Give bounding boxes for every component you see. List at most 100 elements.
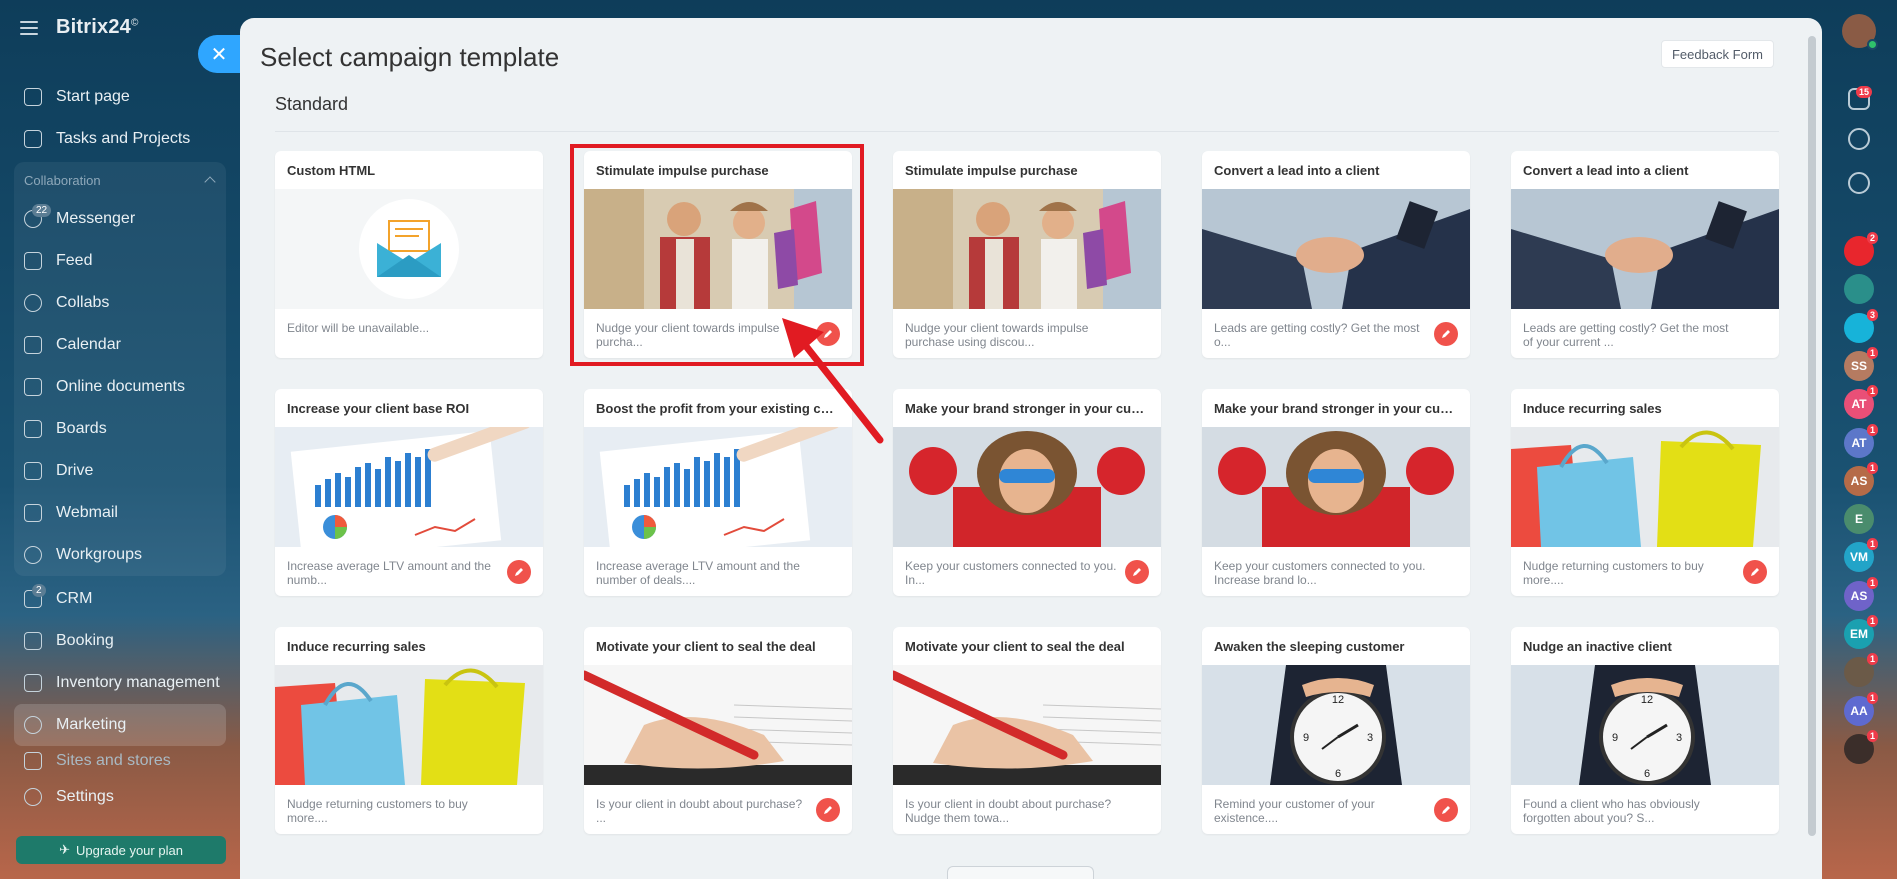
contact-avatar[interactable]: AS 1: [1844, 461, 1878, 496]
template-thumbnail[interactable]: [1202, 189, 1470, 309]
chevron-up-icon: [204, 176, 216, 188]
sidebar-item-feed[interactable]: Feed: [14, 240, 226, 282]
sidebar-item-boards[interactable]: Boards: [14, 408, 226, 450]
edit-pen-button[interactable]: [1434, 798, 1458, 822]
sidebar-item-settings[interactable]: Settings: [14, 776, 226, 818]
collaboration-group-header[interactable]: Collaboration: [14, 162, 226, 198]
contact-avatar[interactable]: AS 1: [1844, 576, 1878, 611]
template-card[interactable]: Convert a lead into a client Leads are g…: [1202, 151, 1470, 358]
template-thumbnail[interactable]: [275, 427, 543, 547]
template-thumbnail[interactable]: 12 3 6 9: [1202, 665, 1470, 785]
template-card[interactable]: Custom HTML Editor will be unavailable..…: [275, 151, 543, 358]
sidebar-item-online-documents[interactable]: Online documents: [14, 366, 226, 408]
pen-icon: [1442, 806, 1450, 814]
template-card[interactable]: Make your brand stronger in your custome…: [893, 389, 1161, 596]
svg-text:12: 12: [1641, 694, 1653, 706]
upgrade-plan-button[interactable]: ✈ Upgrade your plan: [16, 836, 226, 864]
template-thumbnail[interactable]: [275, 189, 543, 309]
template-description: Remind your customer of your existence..…: [1214, 797, 1375, 825]
contact-avatar[interactable]: AT 1: [1844, 423, 1878, 458]
search-icon[interactable]: [1848, 172, 1870, 194]
template-card[interactable]: Stimulate impulse purchase Nudge your cl…: [893, 151, 1161, 358]
contact-avatar[interactable]: [1844, 274, 1874, 305]
svg-text:12: 12: [1332, 694, 1344, 706]
sidebar-item-start-page[interactable]: Start page: [14, 76, 226, 118]
contact-avatar[interactable]: 3: [1844, 308, 1878, 343]
sidebar-item-collabs[interactable]: Collabs: [14, 282, 226, 324]
template-card[interactable]: Stimulate impulse purchase Nudge your cl…: [584, 151, 852, 358]
contact-badge: 1: [1866, 729, 1878, 742]
bell-icon[interactable]: 15: [1848, 86, 1872, 110]
template-description: Is your client in doubt about purchase? …: [596, 797, 803, 825]
template-card[interactable]: Increase your client base ROI Increase a…: [275, 389, 543, 596]
section-divider: [275, 131, 1779, 132]
pulse-icon[interactable]: [1848, 128, 1870, 150]
edit-pen-button[interactable]: [507, 560, 531, 584]
sidebar-item-inventory[interactable]: Inventory management: [14, 662, 226, 704]
contact-avatar[interactable]: E: [1844, 504, 1874, 535]
scrollbar[interactable]: [1808, 36, 1816, 836]
template-card[interactable]: Nudge an inactive client 12 3 6 9 Found a …: [1511, 627, 1779, 834]
notifications-badge: 15: [1855, 86, 1872, 98]
template-card[interactable]: Boost the profit from your existing cust…: [584, 389, 852, 596]
template-thumbnail[interactable]: [893, 427, 1161, 547]
edit-pen-button[interactable]: [1743, 560, 1767, 584]
template-thumbnail[interactable]: [584, 427, 852, 547]
template-thumbnail[interactable]: [584, 189, 852, 309]
sidebar-item-calendar[interactable]: Calendar: [14, 324, 226, 366]
edit-pen-button[interactable]: [1125, 560, 1149, 584]
template-card[interactable]: Convert a lead into a client Leads are g…: [1511, 151, 1779, 358]
logo-row: Bitrix24©: [20, 16, 139, 39]
close-slider-button[interactable]: ✕: [198, 35, 240, 73]
sidebar-item-workgroups[interactable]: Workgroups: [14, 534, 226, 576]
template-thumbnail[interactable]: [1511, 189, 1779, 309]
home-icon: [24, 88, 42, 106]
template-card[interactable]: Motivate your client to seal the deal Is…: [893, 627, 1161, 834]
template-thumbnail[interactable]: [1511, 427, 1779, 547]
template-card[interactable]: Motivate your client to seal the deal Is…: [584, 627, 852, 834]
sidebar-item-webmail[interactable]: Webmail: [14, 492, 226, 534]
template-description: Leads are getting costly? Get the most o…: [1523, 321, 1729, 349]
template-thumbnail[interactable]: [893, 665, 1161, 785]
contact-avatar[interactable]: 1: [1844, 729, 1878, 764]
sidebar-item-crm[interactable]: 2 CRM: [14, 578, 226, 620]
load-more-button[interactable]: [947, 866, 1094, 879]
contact-avatar[interactable]: 2: [1844, 232, 1878, 266]
template-card[interactable]: Induce recurring sales Nudge returning c…: [275, 627, 543, 834]
template-card[interactable]: Make your brand stronger in your custome…: [1202, 389, 1470, 596]
template-thumbnail[interactable]: [1202, 427, 1470, 547]
contact-avatar[interactable]: AT 1: [1844, 385, 1878, 420]
edit-pen-button[interactable]: [816, 798, 840, 822]
sidebar-item-drive[interactable]: Drive: [14, 450, 226, 492]
contact-avatar[interactable]: EM 1: [1844, 615, 1878, 649]
contact-badge: 1: [1866, 461, 1878, 474]
edit-pen-button[interactable]: [816, 322, 840, 346]
user-avatar[interactable]: [1842, 14, 1878, 50]
template-thumbnail[interactable]: [275, 665, 543, 785]
contact-badge: 3: [1866, 308, 1878, 321]
pen-icon: [824, 330, 832, 338]
template-card[interactable]: Induce recurring sales Nudge returning c…: [1511, 389, 1779, 596]
contact-avatar[interactable]: 1: [1844, 653, 1878, 688]
template-thumbnail[interactable]: [893, 189, 1161, 309]
edit-pen-button[interactable]: [1434, 322, 1458, 346]
contact-badge: 1: [1866, 615, 1878, 627]
contact-avatar[interactable]: VM 1: [1844, 538, 1878, 573]
template-description: Keep your customers connected to you. In…: [1214, 559, 1426, 587]
contact-avatar[interactable]: SS 1: [1844, 346, 1878, 381]
feedback-form-button[interactable]: Feedback Form: [1660, 40, 1774, 68]
sidebar-item-sites[interactable]: Sites and stores: [14, 746, 226, 776]
template-card[interactable]: Awaken the sleeping customer 12 3 6 9 Remi…: [1202, 627, 1470, 834]
template-title: Boost the profit from your existing cust…: [596, 401, 852, 416]
bitrix24-logo[interactable]: Bitrix24©: [56, 16, 139, 39]
template-thumbnail[interactable]: 12 3 6 9: [1511, 665, 1779, 785]
menu-icon[interactable]: [20, 20, 38, 35]
template-thumbnail[interactable]: [584, 665, 852, 785]
sidebar-item-booking[interactable]: Booking: [14, 620, 226, 662]
sidebar-item-marketing[interactable]: Marketing: [14, 704, 226, 746]
template-description: Editor will be unavailable...: [287, 321, 430, 335]
sidebar-item-messenger[interactable]: 22 Messenger: [14, 198, 226, 240]
sidebar-item-tasks[interactable]: Tasks and Projects: [14, 118, 226, 160]
template-title: Increase your client base ROI: [287, 401, 470, 416]
contact-avatar[interactable]: AA 1: [1844, 691, 1878, 726]
